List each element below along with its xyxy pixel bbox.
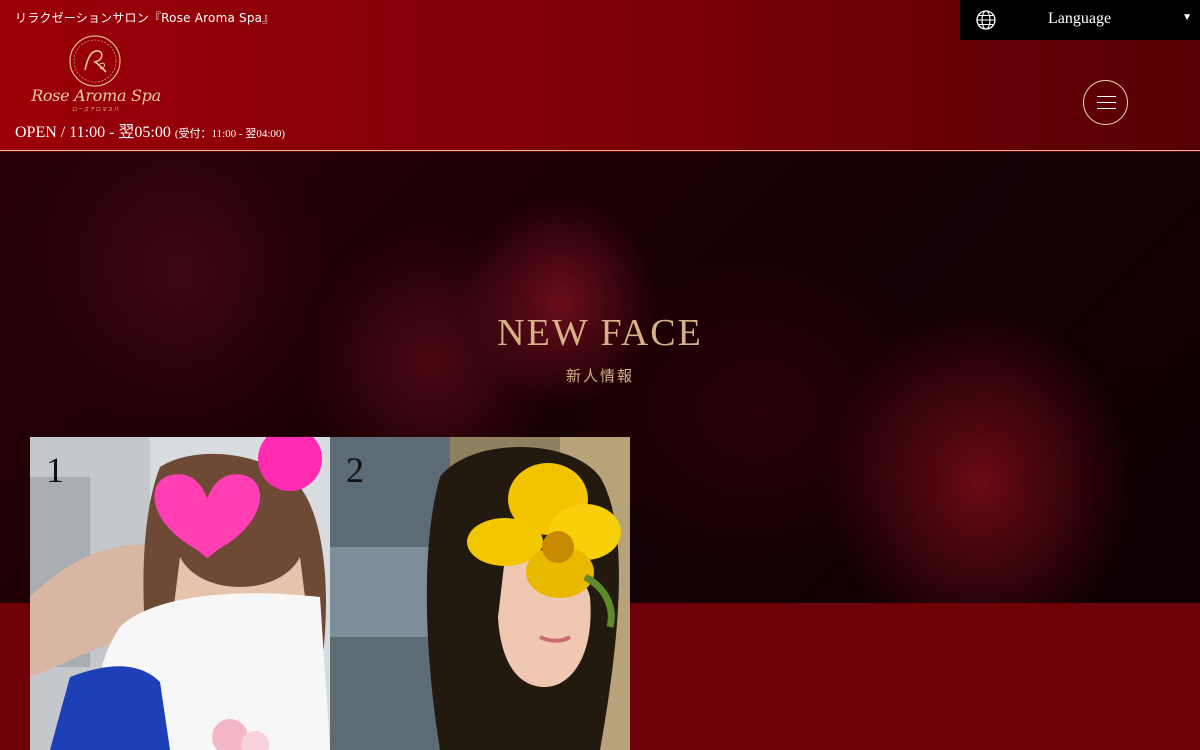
newface-card[interactable]: 2 [330, 437, 630, 750]
globe-icon [976, 10, 996, 30]
chevron-down-icon: ▼ [1182, 12, 1192, 23]
language-label: Language [1048, 10, 1112, 27]
hamburger-icon-line [1097, 102, 1116, 103]
site-tagline: リラクゼーションサロン『Rose Aroma Spa』 [15, 11, 275, 25]
hours-reception: (受付：11:00 - 翌04:00) [174, 128, 286, 140]
profile-photo [30, 437, 330, 750]
hours-main: OPEN / 11:00 - 翌05:00 [15, 124, 171, 141]
hamburger-icon-line [1097, 108, 1116, 109]
logo-text: Rose Aroma Spa [31, 86, 161, 105]
logo-kana: ローズアロマスパ [72, 107, 120, 113]
section-subtitle: 新人情報 [565, 367, 634, 385]
card-rank: 1 [46, 450, 64, 490]
profile-photo [330, 437, 630, 750]
hamburger-icon [1097, 96, 1116, 97]
language-selector[interactable]: Language ▼ [960, 0, 1200, 40]
logo-emblem-icon [69, 35, 121, 87]
card-rank: 2 [346, 450, 364, 490]
business-hours: OPEN / 11:00 - 翌05:00 (受付：11:00 - 翌04:00) [15, 118, 285, 142]
menu-button[interactable] [1083, 80, 1128, 125]
section-title: NEW FACE [497, 312, 703, 354]
site-logo[interactable]: Rose Aroma Spa ローズアロマスパ [30, 34, 162, 114]
newface-card[interactable]: 1 [30, 437, 330, 750]
